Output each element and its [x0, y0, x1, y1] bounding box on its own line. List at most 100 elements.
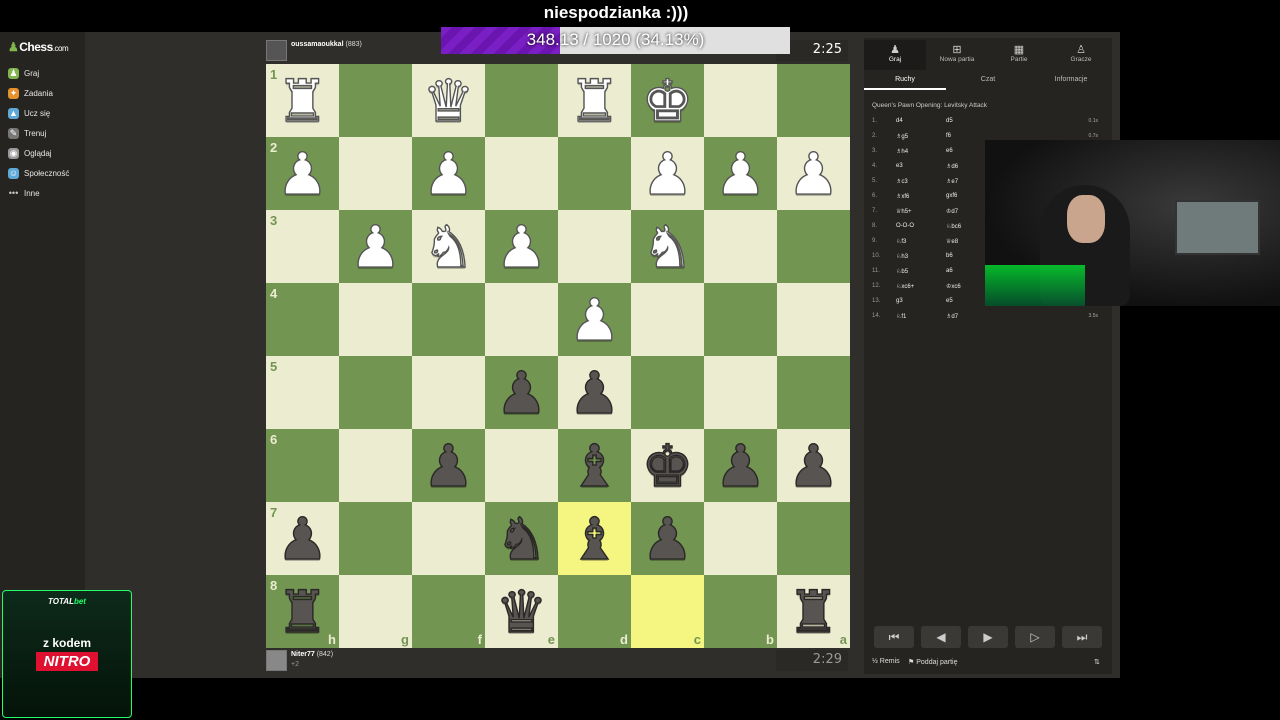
board-square[interactable]: ♟ [485, 210, 558, 283]
white-move[interactable]: ♘h3 [896, 253, 908, 260]
black-move[interactable]: ♗d7 [946, 313, 958, 320]
board-square[interactable]: 1 ♜ [266, 64, 339, 137]
board-square[interactable] [704, 64, 777, 137]
board-square[interactable] [558, 137, 631, 210]
bottom-player-name[interactable]: Niter77 (842) [291, 651, 333, 658]
draw-button[interactable]: ½ Remis [872, 658, 900, 665]
sidebar-item-train[interactable]: ✎ Trenuj [8, 128, 46, 139]
board-square[interactable]: ♞ [485, 502, 558, 575]
board-square[interactable] [704, 502, 777, 575]
board-square[interactable]: ♟ [777, 137, 850, 210]
white-move[interactable]: ♗g5 [896, 133, 908, 140]
white-pawn-piece[interactable]: ♟ [641, 144, 694, 203]
black-move[interactable]: ♗d6 [946, 163, 958, 170]
black-pawn-piece[interactable]: ♟ [568, 363, 621, 422]
board-square[interactable] [485, 283, 558, 356]
white-move[interactable]: ♘xc6+ [896, 283, 914, 290]
board-square[interactable]: 7 ♟ [266, 502, 339, 575]
board-square[interactable]: ♝ [558, 502, 631, 575]
tab-play[interactable]: ♟ Graj [864, 40, 926, 70]
tab-games[interactable]: ▦ Partie [988, 40, 1050, 70]
board-square[interactable]: 6 [266, 429, 339, 502]
board-square[interactable] [485, 64, 558, 137]
board-square[interactable] [412, 356, 485, 429]
board-square[interactable]: ♞ [631, 210, 704, 283]
board-square[interactable]: a ♜ [777, 575, 850, 648]
board-square[interactable] [777, 356, 850, 429]
white-move[interactable]: ♗h4 [896, 148, 908, 155]
board-square[interactable] [777, 210, 850, 283]
board-square[interactable] [339, 137, 412, 210]
white-move[interactable]: ♘f3 [896, 238, 906, 245]
black-bishop-piece[interactable]: ♝ [568, 509, 621, 568]
sidebar-item-community[interactable]: ☺ Społeczność [8, 168, 69, 179]
white-move[interactable]: ♘f1 [896, 313, 906, 320]
white-pawn-piece[interactable]: ♟ [714, 144, 767, 203]
black-pawn-piece[interactable]: ♟ [787, 436, 840, 495]
board-square[interactable]: 2 ♟ [266, 137, 339, 210]
board-square[interactable]: f [412, 575, 485, 648]
board-square[interactable] [339, 64, 412, 137]
black-pawn-piece[interactable]: ♟ [641, 509, 694, 568]
board-square[interactable]: ♟ [339, 210, 412, 283]
board-square[interactable] [704, 210, 777, 283]
board-square[interactable] [485, 137, 558, 210]
board-square[interactable]: ♟ [704, 429, 777, 502]
subtab-moves[interactable]: Ruchy [864, 76, 946, 90]
board-square[interactable] [485, 429, 558, 502]
white-king-piece[interactable]: ♚ [641, 71, 694, 130]
board-square[interactable]: ♞ [412, 210, 485, 283]
white-move[interactable]: g3 [896, 298, 903, 304]
black-queen-piece[interactable]: ♛ [495, 582, 548, 641]
board-square[interactable] [412, 283, 485, 356]
white-pawn-piece[interactable]: ♟ [276, 144, 329, 203]
bottom-player-avatar[interactable] [266, 650, 287, 671]
white-pawn-piece[interactable]: ♟ [787, 144, 840, 203]
board-square[interactable] [558, 210, 631, 283]
board-square[interactable]: 8 h ♜ [266, 575, 339, 648]
board-square[interactable]: ♟ [631, 502, 704, 575]
board-square[interactable]: ♟ [558, 356, 631, 429]
black-rook-piece[interactable]: ♜ [787, 582, 840, 641]
black-pawn-piece[interactable]: ♟ [422, 436, 475, 495]
white-move[interactable]: ♗xf6 [896, 193, 909, 200]
black-move[interactable]: ♘bc6 [946, 223, 961, 230]
black-move[interactable]: e6 [946, 148, 953, 154]
black-move[interactable]: a6 [946, 268, 953, 274]
top-player-name[interactable]: oussamaoukkal (883) [291, 41, 362, 48]
black-move[interactable]: b6 [946, 253, 953, 259]
white-pawn-piece[interactable]: ♟ [349, 217, 402, 276]
board-square[interactable]: ♛ [412, 64, 485, 137]
white-move[interactable]: d4 [896, 118, 903, 124]
white-move[interactable]: e3 [896, 163, 903, 169]
white-move[interactable]: ♗c3 [896, 178, 908, 185]
board-square[interactable] [631, 356, 704, 429]
board-square[interactable]: b [704, 575, 777, 648]
white-knight-piece[interactable]: ♞ [422, 217, 475, 276]
black-move[interactable]: f6 [946, 133, 951, 139]
prev-move-button[interactable]: ◀ [921, 626, 961, 648]
board-square[interactable]: ♜ [558, 64, 631, 137]
sidebar-item-puzzles[interactable]: ✦ Zadania [8, 88, 53, 99]
board-square[interactable]: c [631, 575, 704, 648]
board-square[interactable]: ♟ [631, 137, 704, 210]
tab-players[interactable]: ♙ Gracze [1050, 40, 1112, 70]
tab-new-game[interactable]: ⊞ Nowa partia [926, 40, 988, 70]
white-queen-piece[interactable]: ♛ [422, 71, 475, 130]
board-square[interactable]: 4 [266, 283, 339, 356]
black-knight-piece[interactable]: ♞ [495, 509, 548, 568]
sidebar-item-learn[interactable]: ▲ Ucz się [8, 108, 50, 119]
subtab-info[interactable]: Informacje [1030, 76, 1112, 88]
board-square[interactable] [412, 502, 485, 575]
subtab-chat[interactable]: Czat [947, 76, 1029, 88]
black-king-piece[interactable]: ♚ [641, 436, 694, 495]
sidebar-item-more[interactable]: ••• Inne [8, 188, 40, 199]
board-square[interactable]: e ♛ [485, 575, 558, 648]
board-square[interactable]: ♟ [412, 137, 485, 210]
black-bishop-piece[interactable]: ♝ [568, 436, 621, 495]
white-pawn-piece[interactable]: ♟ [495, 217, 548, 276]
board-square[interactable] [339, 283, 412, 356]
board-square[interactable] [704, 356, 777, 429]
board-square[interactable]: 5 [266, 356, 339, 429]
board-square[interactable]: ♟ [704, 137, 777, 210]
